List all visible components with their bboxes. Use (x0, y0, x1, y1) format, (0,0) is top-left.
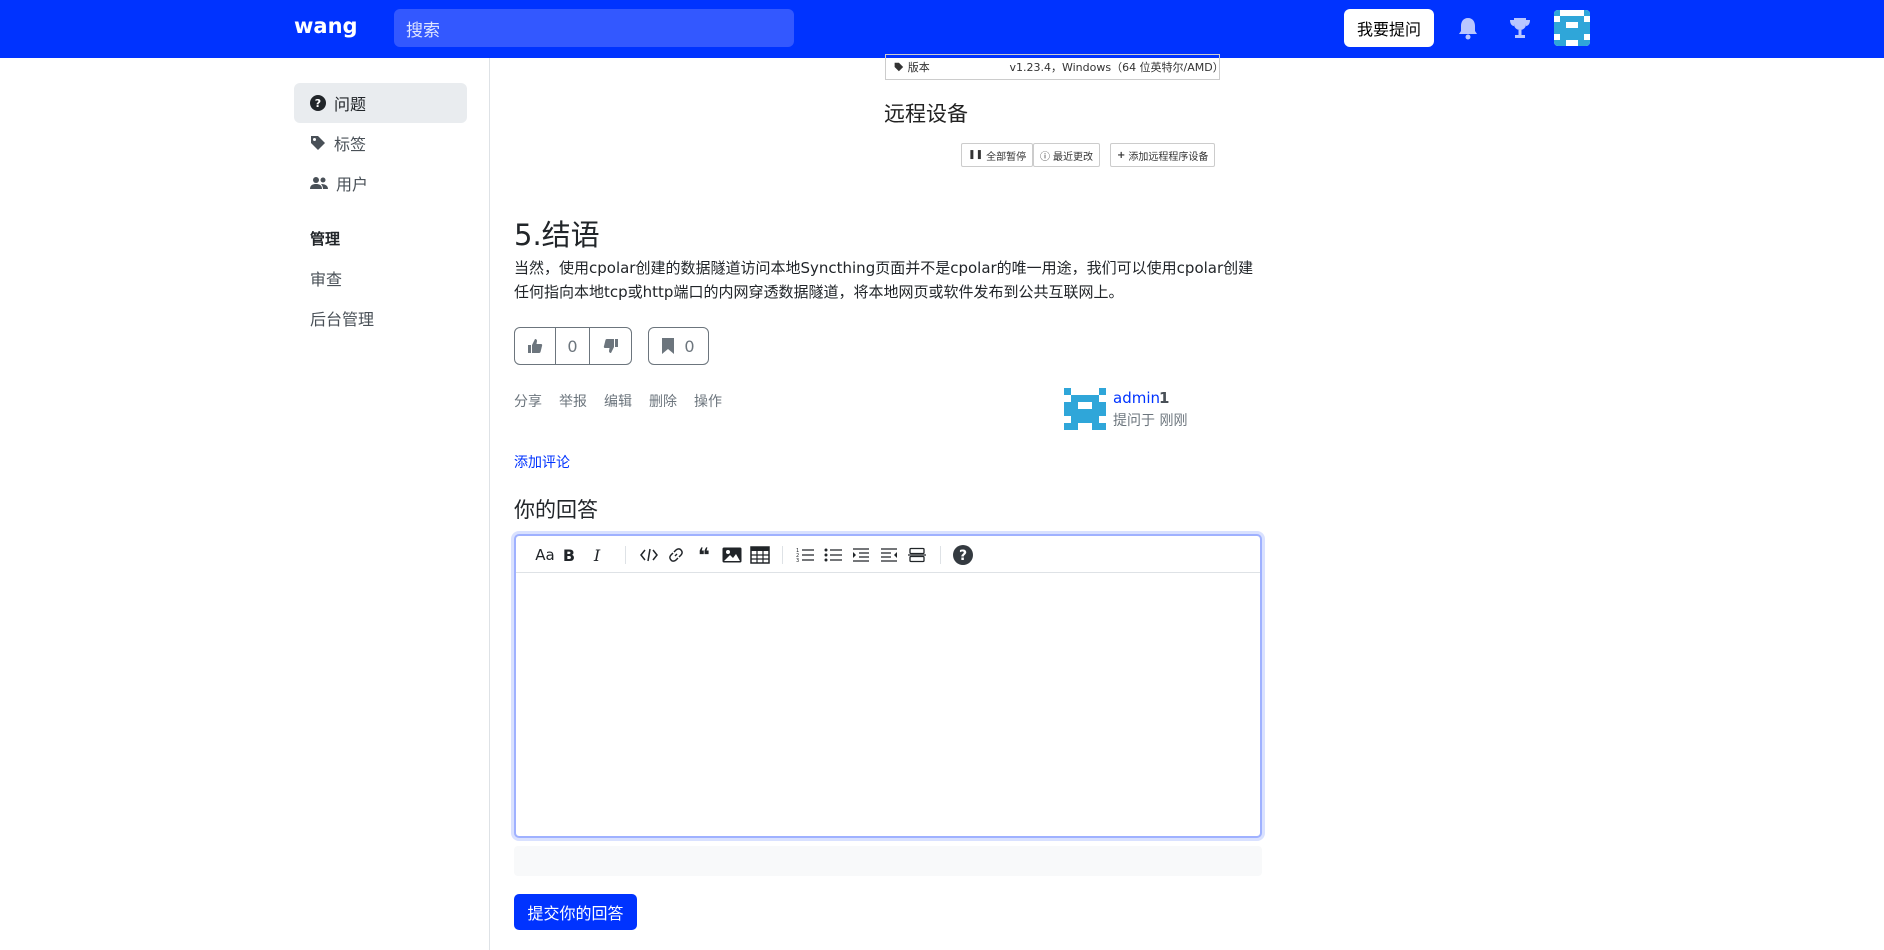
author-name[interactable]: admin (1113, 389, 1160, 407)
screenshot-version-row: 版本 v1.23.4，Windows（64 位英特尔/AMD） (885, 54, 1224, 80)
author-avatar[interactable] (1064, 388, 1106, 430)
delete-link[interactable]: 删除 (649, 391, 677, 411)
upvote-button[interactable] (515, 328, 556, 364)
thumbs-up-icon (528, 339, 543, 353)
image-icon[interactable] (721, 544, 743, 566)
horizontal-rule-icon[interactable] (906, 544, 928, 566)
ask-question-button[interactable]: 我要提问 (1344, 9, 1434, 47)
code-icon[interactable] (638, 544, 660, 566)
editor-toolbar: Aa B I ❝ 123 ? (516, 536, 1260, 573)
add-remote-device-label: 添加远程程序设备 (1128, 151, 1209, 163)
bookmark-icon (662, 338, 675, 354)
info-icon: ⓘ (1040, 151, 1050, 163)
share-link[interactable]: 分享 (514, 391, 542, 411)
bell-icon[interactable] (1454, 14, 1482, 42)
svg-text:?: ? (315, 97, 321, 110)
add-remote-device-button: + 添加远程程序设备 (1110, 143, 1216, 167)
sidebar-item-label: 问题 (334, 95, 367, 114)
search-input[interactable]: 搜索 (394, 9, 794, 47)
thumbs-down-icon (603, 339, 618, 353)
pause-icon: ❚❚ (968, 150, 984, 160)
link-icon[interactable] (666, 544, 686, 566)
toolbar-divider (782, 546, 783, 564)
indent-icon[interactable] (850, 544, 872, 566)
trophy-icon[interactable] (1506, 14, 1534, 42)
submit-answer-button[interactable]: 提交你的回答 (514, 894, 637, 930)
sidebar-link-admin[interactable]: 后台管理 (310, 306, 374, 330)
conclusion-heading: 5.结语 (514, 218, 600, 252)
tag-icon (894, 62, 904, 72)
left-sidebar: ? 问题 标签 用户 管理 审查 后台管理 (294, 58, 490, 950)
report-link[interactable]: 举报 (559, 391, 587, 411)
answer-preview (514, 846, 1262, 876)
downvote-button[interactable] (590, 328, 631, 364)
heading-button[interactable]: Aa (534, 544, 556, 566)
svg-text:?: ? (959, 548, 967, 564)
vote-count: 0 (556, 328, 590, 364)
your-answer-heading: 你的回答 (514, 498, 598, 522)
help-icon[interactable]: ? (952, 544, 974, 566)
bookmark-button[interactable]: 0 (648, 327, 709, 365)
brand-logo[interactable]: wang (294, 14, 358, 38)
edit-link[interactable]: 编辑 (604, 391, 632, 411)
version-value: v1.23.4，Windows（64 位英特尔/AMD） (1009, 61, 1224, 74)
bookmark-count: 0 (684, 336, 695, 356)
bold-icon[interactable]: B (560, 544, 578, 566)
quote-icon[interactable]: ❝ (694, 543, 714, 567)
version-key: 版本 (907, 61, 930, 74)
pause-all-button: ❚❚ 全部暂停 (961, 143, 1034, 167)
outdent-icon[interactable] (878, 544, 900, 566)
plus-icon: + (1117, 149, 1126, 161)
italic-icon[interactable]: I (588, 544, 606, 566)
sidebar-item-label: 标签 (334, 135, 367, 154)
author-reputation: 1 (1159, 389, 1170, 407)
search-placeholder: 搜索 (406, 20, 440, 41)
heading-icon: Aa (535, 546, 555, 564)
user-avatar[interactable] (1554, 10, 1590, 46)
people-icon (310, 177, 328, 189)
table-icon[interactable] (749, 544, 771, 566)
toolbar-divider (940, 546, 941, 564)
sidebar-item-tags[interactable]: 标签 (294, 123, 467, 163)
sidebar-item-questions[interactable]: ? 问题 (294, 83, 467, 123)
conclusion-paragraph: 当然，使用cpolar创建的数据隧道访问本地Syncthing页面并不是cpol… (514, 259, 1254, 301)
sidebar-item-label: 用户 (336, 175, 369, 194)
remote-devices-title: 远程设备 (884, 102, 968, 126)
toolbar-divider (625, 546, 626, 564)
top-navbar: wang 搜索 我要提问 (0, 0, 1884, 58)
ordered-list-icon[interactable]: 123 (794, 544, 816, 566)
recent-changes-label: 最近更改 (1053, 151, 1093, 163)
svg-text:3: 3 (796, 558, 799, 563)
recent-changes-button: ⓘ 最近更改 (1033, 143, 1100, 167)
pause-all-label: 全部暂停 (986, 151, 1027, 163)
question-circle-icon: ? (310, 95, 326, 111)
answer-editor[interactable]: Aa B I ❝ 123 ? (514, 534, 1262, 838)
tags-icon (311, 136, 325, 150)
admin-heading: 管理 (310, 230, 341, 248)
sidebar-link-review[interactable]: 审查 (310, 266, 342, 290)
asked-time: 提问于 刚刚 (1113, 413, 1188, 429)
sidebar-item-users[interactable]: 用户 (294, 163, 467, 203)
vote-group: 0 (514, 327, 632, 365)
operations-link[interactable]: 操作 (694, 391, 722, 411)
add-comment-link[interactable]: 添加评论 (514, 452, 570, 472)
unordered-list-icon[interactable] (822, 544, 844, 566)
